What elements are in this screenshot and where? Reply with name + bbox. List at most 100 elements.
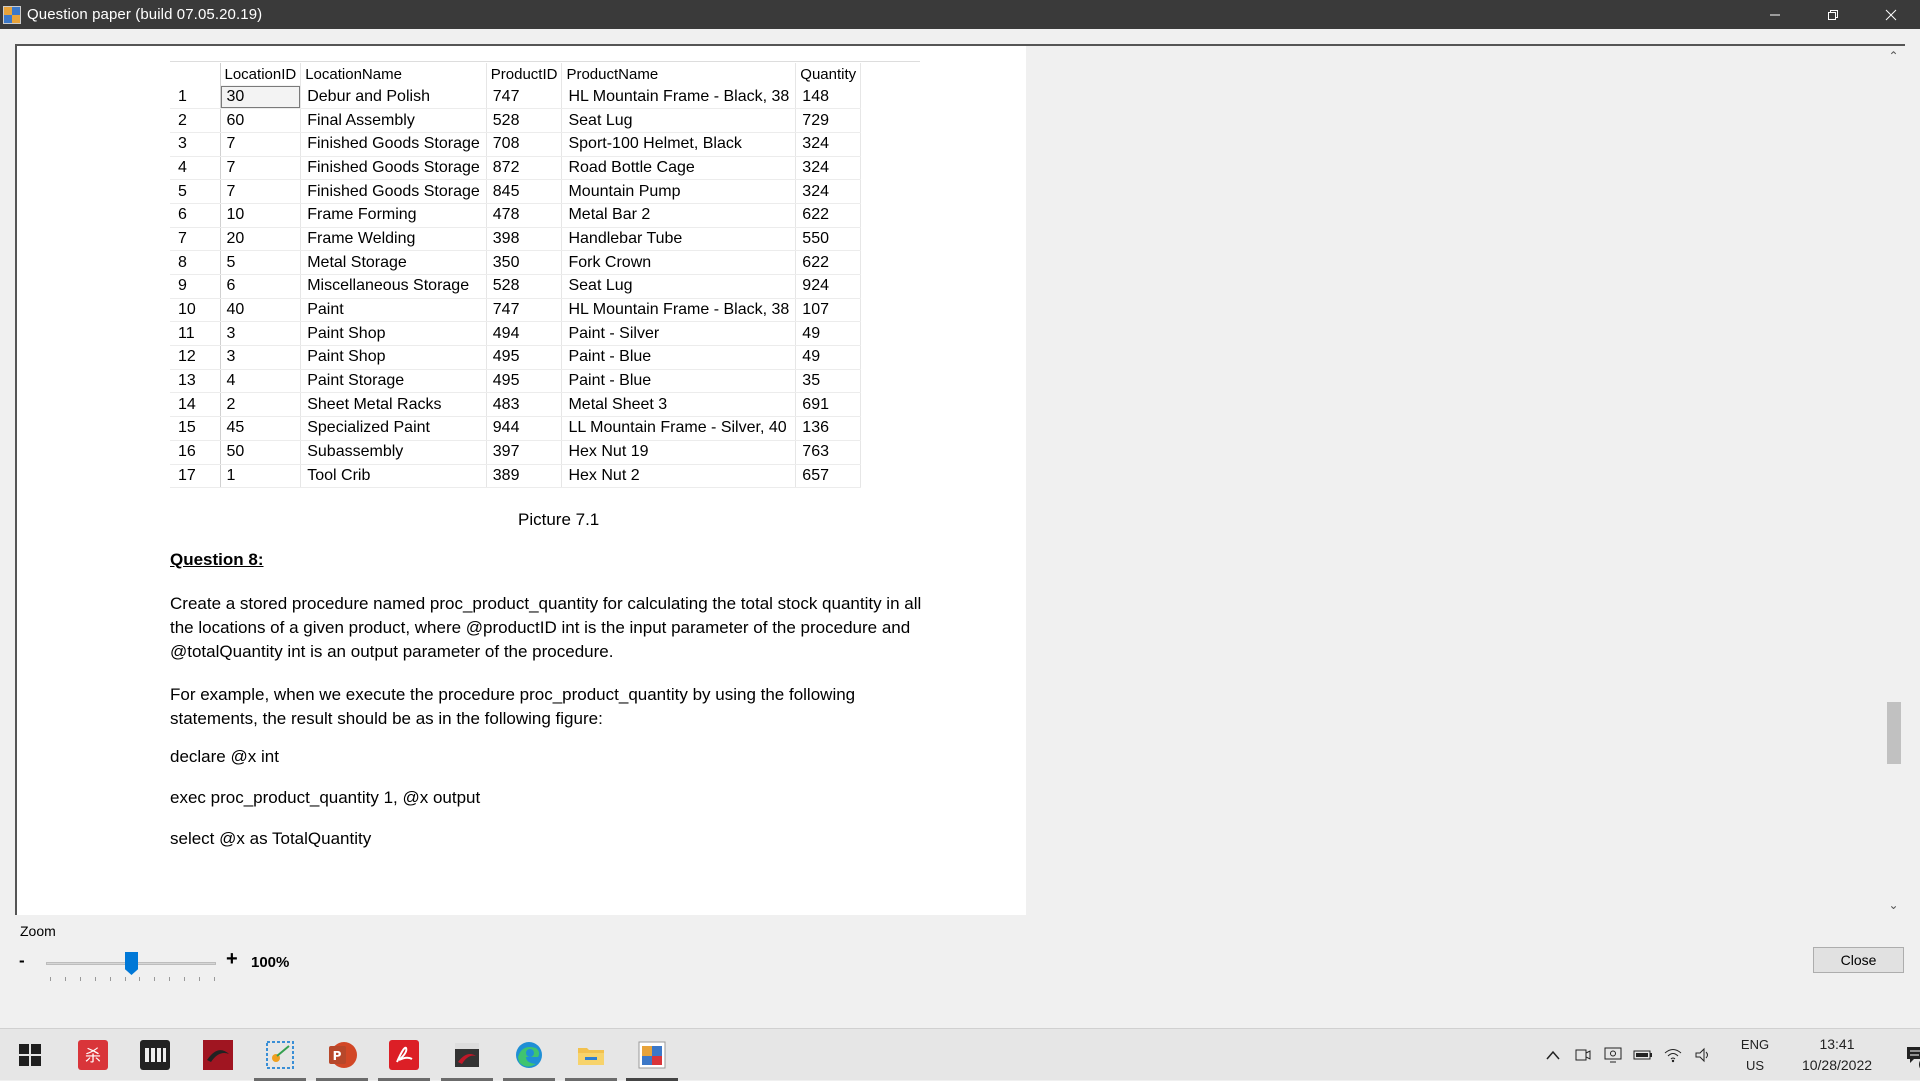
powerpoint-icon: P bbox=[329, 1042, 357, 1068]
folder-icon bbox=[578, 1048, 604, 1065]
taskbar-app-sql-server[interactable] bbox=[202, 1039, 234, 1071]
notifications-button[interactable]: 3 bbox=[1904, 1043, 1920, 1072]
grid-cell: 7 bbox=[220, 179, 302, 204]
taskbar-app-powerpoint[interactable]: P bbox=[326, 1039, 358, 1071]
grid-cell: 324 bbox=[795, 156, 862, 181]
grid-cell: Debur and Polish bbox=[300, 85, 487, 110]
grid-cell: 397 bbox=[486, 440, 563, 465]
grid-row-number: 9 bbox=[170, 274, 221, 299]
grid-cell: Road Bottle Cage bbox=[561, 156, 797, 181]
viewer-background bbox=[1026, 46, 1884, 915]
zoom-label: Zoom bbox=[20, 923, 56, 939]
grid-row-number: 14 bbox=[170, 392, 221, 418]
start-button[interactable] bbox=[14, 1039, 46, 1071]
grid-corner-cell bbox=[170, 63, 221, 85]
scroll-down-icon[interactable]: ⌄ bbox=[1882, 895, 1905, 915]
grid-cell: Seat Lug bbox=[561, 108, 797, 133]
grid-row-number: 15 bbox=[170, 416, 221, 441]
grid-row: 17 1 Tool Crib 389 Hex Nut 2 657 bbox=[170, 464, 862, 489]
grid-column-header: ProductName bbox=[561, 63, 797, 85]
grid-cell: 50 bbox=[220, 440, 302, 465]
grid-row: 11 3 Paint Shop 494 Paint - Silver 49 bbox=[170, 321, 862, 347]
grid-row: 5 7 Finished Goods Storage 845 Mountain Pump… bbox=[170, 179, 862, 204]
grid-cell: Fork Crown bbox=[561, 250, 797, 275]
grid-cell: 483 bbox=[486, 392, 563, 418]
grid-row-number: 2 bbox=[170, 108, 221, 133]
document-viewer[interactable]: LocationID LocationName ProductID ProductNa… bbox=[15, 44, 1905, 915]
grid-cell: Sport-100 Helmet, Black bbox=[561, 132, 797, 157]
grid-header-row: LocationID LocationName ProductID ProductNa… bbox=[170, 63, 862, 85]
vertical-scrollbar[interactable]: ⌃ ⌄ bbox=[1882, 46, 1905, 915]
grid-row: 12 3 Paint Shop 495 Paint - Blue 49 bbox=[170, 345, 862, 370]
restore-icon bbox=[1828, 9, 1838, 20]
zoom-value: 100% bbox=[251, 954, 290, 971]
grid-cell: Paint Shop bbox=[300, 345, 487, 370]
grid-cell: 398 bbox=[486, 227, 563, 252]
scrollbar-thumb[interactable] bbox=[1887, 702, 1901, 764]
minimize-button[interactable] bbox=[1746, 0, 1804, 29]
battery-icon[interactable] bbox=[1631, 1043, 1655, 1067]
grid-cell: 691 bbox=[795, 392, 862, 418]
grid-row: 4 7 Finished Goods Storage 872 Road Bottle C… bbox=[170, 156, 862, 181]
clock[interactable]: 13:41 10/28/2022 bbox=[1792, 1034, 1882, 1076]
grid-cell: 3 bbox=[220, 321, 302, 347]
close-button[interactable]: Close bbox=[1813, 947, 1904, 973]
grid-cell: 3 bbox=[220, 345, 302, 370]
edge-browser-icon bbox=[516, 1042, 542, 1068]
grid-row-number: 1 bbox=[170, 85, 221, 110]
grid-cell: 350 bbox=[486, 250, 563, 275]
grid-cell: Paint Shop bbox=[300, 321, 487, 347]
grid-cell: Handlebar Tube bbox=[561, 227, 797, 252]
volume-icon[interactable] bbox=[1691, 1043, 1715, 1067]
grid-cell: 60 bbox=[220, 108, 302, 133]
grid-cell: Finished Goods Storage bbox=[300, 132, 487, 157]
wifi-icon[interactable] bbox=[1661, 1043, 1685, 1067]
taskbar-app-sql-management[interactable] bbox=[451, 1039, 483, 1071]
notification-icon bbox=[1907, 1047, 1920, 1063]
show-hidden-icons-chevron-up-icon[interactable] bbox=[1541, 1043, 1565, 1067]
grid-cell: Final Assembly bbox=[300, 108, 487, 133]
scroll-up-icon[interactable]: ⌃ bbox=[1882, 46, 1905, 66]
language-indicator[interactable]: ENG US bbox=[1724, 1034, 1786, 1076]
grid-cell: Subassembly bbox=[300, 440, 487, 465]
language-code: ENG bbox=[1740, 1037, 1770, 1052]
close-window-button[interactable] bbox=[1862, 0, 1920, 29]
grid-row: 3 7 Finished Goods Storage 708 Sport-100 Hel… bbox=[170, 132, 862, 157]
grid-cell: 495 bbox=[486, 369, 563, 394]
grid-cell: Mountain Pump bbox=[561, 179, 797, 204]
snipping-tool-icon bbox=[266, 1041, 294, 1069]
display-settings-icon[interactable] bbox=[1601, 1043, 1625, 1067]
grid-cell: LL Mountain Frame - Silver, 40 bbox=[561, 416, 797, 441]
grid-cell: Finished Goods Storage bbox=[300, 156, 487, 181]
grid-cell: 872 bbox=[486, 156, 563, 181]
code-line-exec: exec proc_product_quantity 1, @x output bbox=[170, 788, 481, 807]
grid-cell: 148 bbox=[795, 85, 862, 110]
grid-cell: 622 bbox=[795, 203, 862, 228]
meet-now-icon[interactable] bbox=[1571, 1043, 1595, 1067]
grid-cell: 478 bbox=[486, 203, 563, 228]
taskbar-app-keyboard[interactable] bbox=[139, 1039, 171, 1071]
grid-cell: 747 bbox=[486, 85, 563, 110]
grid-cell: 845 bbox=[486, 179, 563, 204]
grid-cell: 7 bbox=[220, 132, 302, 157]
grid-cell: 708 bbox=[486, 132, 563, 157]
grid-cell: 2 bbox=[220, 392, 302, 418]
taskbar-app-snipping[interactable] bbox=[264, 1039, 296, 1071]
taskbar-app-antivirus[interactable]: 杀 bbox=[77, 1039, 109, 1071]
zoom-in-button[interactable]: + bbox=[226, 948, 238, 971]
grid-cell: 40 bbox=[220, 298, 302, 323]
grid-cell: 944 bbox=[486, 416, 563, 441]
zoom-slider-ticks bbox=[50, 977, 215, 981]
grid-cell: Hex Nut 2 bbox=[561, 464, 797, 489]
restore-button[interactable] bbox=[1804, 0, 1862, 29]
taskbar-app-acrobat[interactable] bbox=[388, 1039, 420, 1071]
close-icon bbox=[1885, 9, 1897, 20]
grid-cell: 35 bbox=[795, 369, 862, 394]
taskbar-app-file-explorer[interactable] bbox=[575, 1039, 607, 1071]
zoom-out-button[interactable]: - bbox=[19, 951, 25, 971]
taskbar-app-edge[interactable] bbox=[513, 1039, 545, 1071]
grid-cell: Specialized Paint bbox=[300, 416, 487, 441]
taskbar-app-question-paper[interactable] bbox=[636, 1039, 668, 1071]
grid-row-number: 12 bbox=[170, 345, 221, 370]
zoom-slider-thumb[interactable] bbox=[125, 952, 138, 975]
